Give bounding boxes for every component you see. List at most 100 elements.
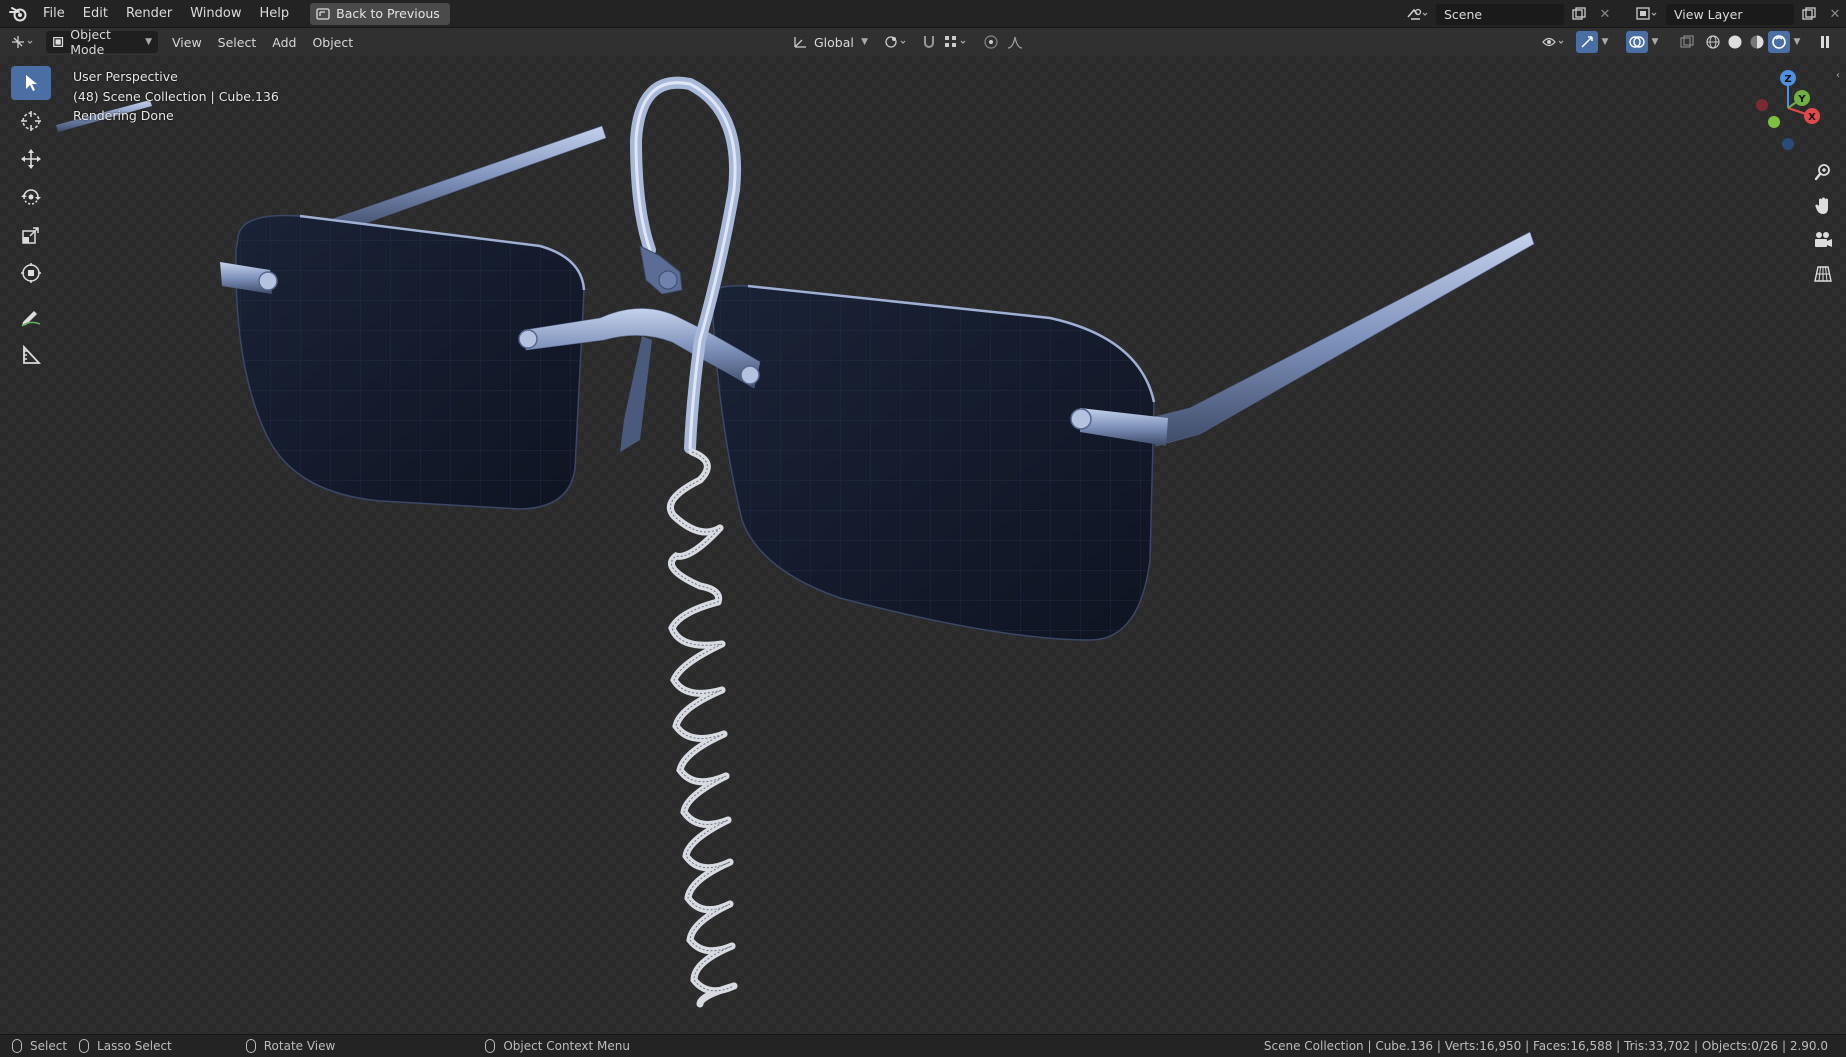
cursor-tool[interactable] bbox=[11, 104, 51, 138]
bridge-screw-right bbox=[740, 365, 760, 385]
blender-logo-icon[interactable] bbox=[8, 4, 28, 24]
viewport-info-overlay: User Perspective (48) Scene Collection |… bbox=[73, 67, 279, 126]
pencil-icon bbox=[21, 311, 41, 327]
gizmo-dropdown-icon[interactable]: ▼ bbox=[1598, 31, 1612, 53]
measure-tool[interactable] bbox=[11, 338, 51, 372]
pause-render-icon[interactable] bbox=[1814, 31, 1836, 53]
scene-render bbox=[56, 76, 1535, 1008]
lens-right-wireframe bbox=[712, 285, 1154, 640]
visibility-selectability-icon[interactable] bbox=[1538, 31, 1572, 53]
lens-left-wireframe bbox=[235, 215, 584, 509]
sidebar-toggle-icon[interactable]: ‹ bbox=[1836, 70, 1846, 86]
back-to-previous-button[interactable]: Back to Previous bbox=[310, 2, 450, 25]
chevron-down-icon: ▼ bbox=[861, 37, 868, 47]
menu-select[interactable]: Select bbox=[210, 35, 265, 50]
temple-arm-right bbox=[1149, 231, 1535, 447]
render-status-label: Rendering Done bbox=[73, 108, 174, 123]
zoom-icon[interactable] bbox=[1810, 158, 1836, 186]
falloff-curve-icon[interactable] bbox=[1004, 31, 1026, 53]
annotate-tool[interactable] bbox=[11, 300, 51, 334]
back-to-previous-label: Back to Previous bbox=[336, 6, 440, 21]
new-view-layer-icon[interactable] bbox=[1798, 3, 1820, 25]
view-layer-name: View Layer bbox=[1674, 6, 1743, 22]
hinge-screw-left bbox=[258, 271, 278, 291]
rotate-icon bbox=[21, 189, 41, 205]
transform-tool[interactable] bbox=[11, 256, 51, 290]
ruler-icon bbox=[23, 345, 41, 364]
orientation-icon bbox=[794, 37, 806, 48]
transform-icon bbox=[21, 263, 41, 283]
navigation-tools bbox=[1810, 158, 1836, 288]
gizmo-z-label: Z bbox=[1784, 74, 1791, 85]
scene-statistics: Scene Collection | Cube.136 | Verts:16,9… bbox=[1263, 1039, 1828, 1053]
view-layer-field[interactable]: View Layer bbox=[1666, 3, 1794, 25]
active-object-label: (48) Scene Collection | Cube.136 bbox=[73, 88, 279, 104]
snap-toggle-icon[interactable] bbox=[918, 31, 940, 53]
scene-name: Scene bbox=[1444, 6, 1483, 22]
material-preview-icon[interactable] bbox=[1746, 31, 1768, 53]
gizmo-neg-z-ball[interactable] bbox=[1782, 138, 1794, 150]
scale-tool[interactable] bbox=[11, 218, 51, 252]
delete-scene-icon[interactable]: ✕ bbox=[1594, 3, 1616, 25]
move-tool[interactable] bbox=[11, 142, 51, 176]
move-arrows-icon bbox=[21, 149, 41, 169]
nose-pad bbox=[620, 336, 652, 452]
status-lasso-label: Lasso Select bbox=[97, 1039, 172, 1053]
gizmo-x-label: X bbox=[1808, 112, 1816, 123]
menu-window[interactable]: Window bbox=[181, 3, 250, 25]
gizmo-y-label: Y bbox=[1797, 94, 1806, 105]
snap-increment-icon[interactable] bbox=[940, 31, 974, 53]
editor-type-icon[interactable] bbox=[6, 31, 42, 53]
bridge-screw-left bbox=[518, 329, 538, 349]
menu-view[interactable]: View bbox=[164, 35, 210, 50]
proportional-editing-icon[interactable] bbox=[980, 31, 1002, 53]
wireframe-shading-icon[interactable] bbox=[1702, 31, 1724, 53]
view-layer-icon[interactable] bbox=[1632, 3, 1662, 25]
gizmo-neg-x-ball[interactable] bbox=[1756, 99, 1768, 111]
rendered-shading-icon[interactable] bbox=[1768, 31, 1790, 53]
status-context-label: Object Context Menu bbox=[503, 1039, 630, 1053]
status-lasso-hint: Lasso Select bbox=[79, 1039, 172, 1053]
mouse-drag-icon bbox=[79, 1039, 90, 1053]
new-scene-icon[interactable] bbox=[1568, 3, 1590, 25]
scene-name-field[interactable]: Scene bbox=[1436, 3, 1564, 25]
gizmo-neg-y-ball[interactable] bbox=[1768, 116, 1780, 128]
shading-dropdown-icon[interactable]: ▼ bbox=[1790, 31, 1804, 53]
menu-add[interactable]: Add bbox=[264, 35, 304, 50]
solid-shading-icon[interactable] bbox=[1724, 31, 1746, 53]
menu-help[interactable]: Help bbox=[251, 3, 299, 25]
object-mode-dropdown[interactable]: Object Mode ▼ bbox=[46, 27, 158, 57]
show-overlays-icon[interactable] bbox=[1626, 31, 1648, 53]
rotate-tool[interactable] bbox=[11, 180, 51, 214]
perspective-toggle-icon[interactable] bbox=[1810, 260, 1836, 288]
pan-hand-icon[interactable] bbox=[1810, 192, 1836, 220]
camera-view-icon[interactable] bbox=[1810, 226, 1836, 254]
temple-arm-left bbox=[329, 125, 607, 233]
menu-edit[interactable]: Edit bbox=[74, 3, 117, 25]
chevron-down-icon: ▼ bbox=[145, 37, 152, 47]
overlays-dropdown-icon[interactable]: ▼ bbox=[1648, 31, 1662, 53]
scene-icon[interactable] bbox=[1402, 3, 1432, 25]
xray-toggle-icon[interactable] bbox=[1676, 31, 1698, 53]
menu-render[interactable]: Render bbox=[117, 3, 181, 25]
3d-cursor-icon bbox=[21, 111, 41, 131]
mouse-right-icon bbox=[485, 1039, 496, 1053]
object-mode-icon bbox=[53, 37, 64, 47]
scene-selector-area: Scene ✕ View Layer ✕ bbox=[1402, 3, 1846, 25]
show-gizmo-icon[interactable] bbox=[1576, 31, 1598, 53]
delete-view-layer-icon[interactable]: ✕ bbox=[1824, 3, 1846, 25]
menu-object[interactable]: Object bbox=[304, 35, 361, 50]
select-box-tool[interactable] bbox=[11, 66, 51, 100]
mouse-left-icon bbox=[12, 1039, 22, 1053]
transform-orientation-dropdown[interactable]: Global ▼ bbox=[786, 31, 874, 53]
menu-file[interactable]: File bbox=[34, 3, 74, 25]
3d-viewport[interactable]: ‹ bbox=[0, 56, 1846, 1034]
tool-shelf bbox=[8, 66, 54, 372]
navigation-gizmo[interactable]: Z Y X bbox=[1754, 66, 1824, 156]
status-rotate-label: Rotate View bbox=[263, 1039, 336, 1053]
hinge-screw-right bbox=[1070, 408, 1092, 430]
status-context-hint: Object Context Menu bbox=[485, 1039, 630, 1053]
hook-clip bbox=[639, 245, 683, 295]
pivot-point-icon[interactable] bbox=[880, 31, 914, 53]
cursor-arrow-icon bbox=[26, 75, 37, 91]
